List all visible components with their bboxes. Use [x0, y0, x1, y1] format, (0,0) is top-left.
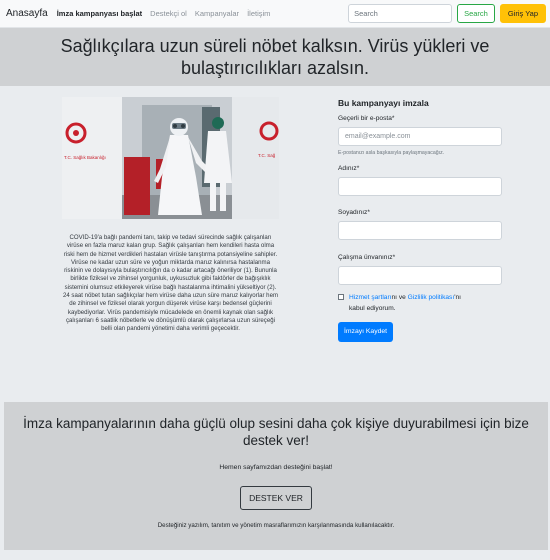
campaign-title: Sağlıkçılara uzun süreli nöbet kalksın. … [60, 36, 490, 78]
campaign-photo-illustration: T.C. Sağlık Bakanlığı T.C. Sağ [62, 97, 279, 219]
terms-checkbox[interactable] [338, 294, 344, 300]
job-title-label: Çalışma ünvanınız* [338, 254, 396, 261]
sign-form: Bu kampanyayı imzala Geçerli bir e-posta… [338, 98, 508, 342]
campaign-title-banner: Sağlıkçılara uzun süreli nöbet kalksın. … [0, 28, 550, 86]
navbar: Anasayfa İmza kampanyası başlat Destekçi… [0, 0, 550, 28]
sign-form-title: Bu kampanyayı imzala [338, 98, 429, 108]
email-label: Geçerli bir e-posta* [338, 115, 395, 122]
campaign-main: T.C. Sağlık Bakanlığı T.C. Sağ COVID-19'… [0, 86, 550, 400]
name-label: Adınız* [338, 165, 360, 172]
nav-link-campaigns[interactable]: Kampanyalar [195, 9, 239, 18]
nav-link-contact[interactable]: İletişim [247, 9, 270, 18]
terms-and-text: nı ve [391, 294, 406, 301]
photo-sign-left: T.C. Sağlık Bakanlığı [64, 155, 106, 160]
login-button[interactable]: Giriş Yap [499, 4, 546, 23]
support-section: İmza kampanyalarının daha güçlü olup ses… [4, 402, 548, 550]
terms-suffix-text: 'nı [454, 294, 461, 301]
terms-text: Hizmet şartlarını ve Gizlilik politikası… [349, 292, 461, 314]
search-input[interactable]: Search [348, 4, 453, 23]
support-heading: İmza kampanyalarının daha güçlü olup ses… [23, 416, 529, 448]
nav-link-start-campaign[interactable]: İmza kampanyası başlat [57, 9, 142, 18]
brand-link[interactable]: Anasayfa [6, 8, 48, 19]
name-field[interactable] [338, 177, 502, 196]
submit-signature-button[interactable]: İmzayı Kaydet [338, 322, 394, 342]
email-field[interactable]: email@example.com [338, 127, 502, 146]
terms-accept-text: kabul ediyorum. [349, 305, 396, 312]
terms-link[interactable]: Hizmet şartları [349, 294, 392, 301]
privacy-link[interactable]: Gizlilik politikası [408, 294, 455, 301]
campaign-photo: T.C. Sağlık Bakanlığı T.C. Sağ [62, 97, 279, 219]
search-button[interactable]: Search [457, 4, 495, 23]
support-note: Desteğiniz yazılım, tanıtım ve yönetim m… [157, 522, 395, 529]
nav-actions: Search Search Giriş Yap [348, 4, 546, 23]
nav-link-become-supporter[interactable]: Destekçi ol [150, 9, 187, 18]
campaign-story: COVID-19'a bağlı pandemi tanı, takip ve … [62, 234, 279, 333]
support-button[interactable]: DESTEK VER [240, 486, 312, 510]
email-hint: E-postanızı asla başkasıyla paylaşmayaca… [338, 150, 445, 156]
surname-field[interactable] [338, 221, 502, 240]
terms-row: Hizmet şartlarını ve Gizlilik politikası… [338, 292, 508, 314]
support-start-text: Hemen sayfamızdan desteğini başlat! [219, 464, 333, 471]
surname-label: Soyadınız* [338, 209, 370, 216]
photo-sign-right: T.C. Sağ [258, 153, 276, 158]
job-title-field[interactable] [338, 266, 502, 285]
